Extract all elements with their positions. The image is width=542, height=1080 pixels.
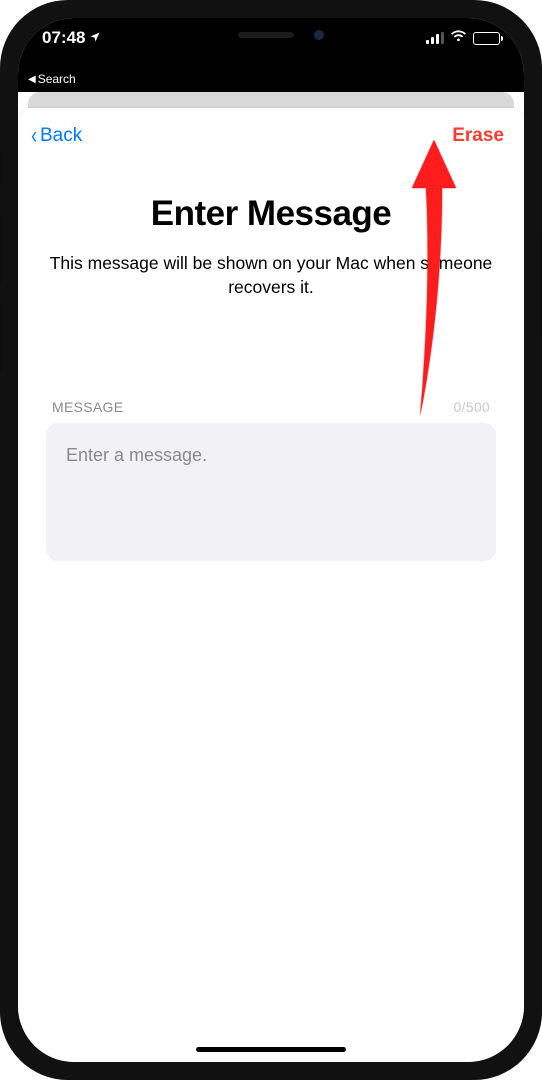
front-camera [314,30,324,40]
screen: 07:48 ◀ [18,18,524,1062]
location-arrow-icon [89,30,101,46]
volume-up-button [0,216,2,286]
char-count: 0/500 [453,399,490,415]
volume-down-button [0,302,2,372]
message-section: MESSAGE 0/500 [18,399,524,566]
device-notch [156,18,386,52]
silent-switch [0,150,2,186]
breadcrumb-label: Search [38,72,76,86]
modal-sheet: ‹ Back Erase Enter Message This message … [18,108,524,1062]
message-textarea[interactable] [46,423,496,561]
page-title: Enter Message [48,194,494,234]
field-header: MESSAGE 0/500 [46,399,496,423]
earpiece-speaker [238,32,294,38]
device-frame: 07:48 ◀ [0,0,542,1080]
chevron-left-icon: ‹ [31,124,37,148]
back-button[interactable]: ‹ Back [30,124,82,148]
home-indicator[interactable] [196,1047,346,1052]
back-button-label: Back [40,125,82,147]
cellular-signal-icon [426,32,444,44]
page-subtitle: This message will be shown on your Mac w… [48,252,494,299]
field-section-label: MESSAGE [52,399,123,415]
erase-button[interactable]: Erase [452,125,504,147]
title-block: Enter Message This message will be shown… [18,156,524,299]
status-left: 07:48 [42,28,101,48]
status-right [426,28,500,46]
device-bezel: 07:48 ◀ [18,18,524,1062]
battery-icon [473,32,500,45]
breadcrumb-caret-icon: ◀ [28,74,36,85]
wifi-icon [450,30,467,46]
nav-bar: ‹ Back Erase [18,108,524,156]
status-time: 07:48 [42,28,85,48]
status-breadcrumb[interactable]: ◀ Search [18,72,524,92]
erase-button-label: Erase [452,125,504,146]
sheet-backdrop-card [28,92,514,108]
